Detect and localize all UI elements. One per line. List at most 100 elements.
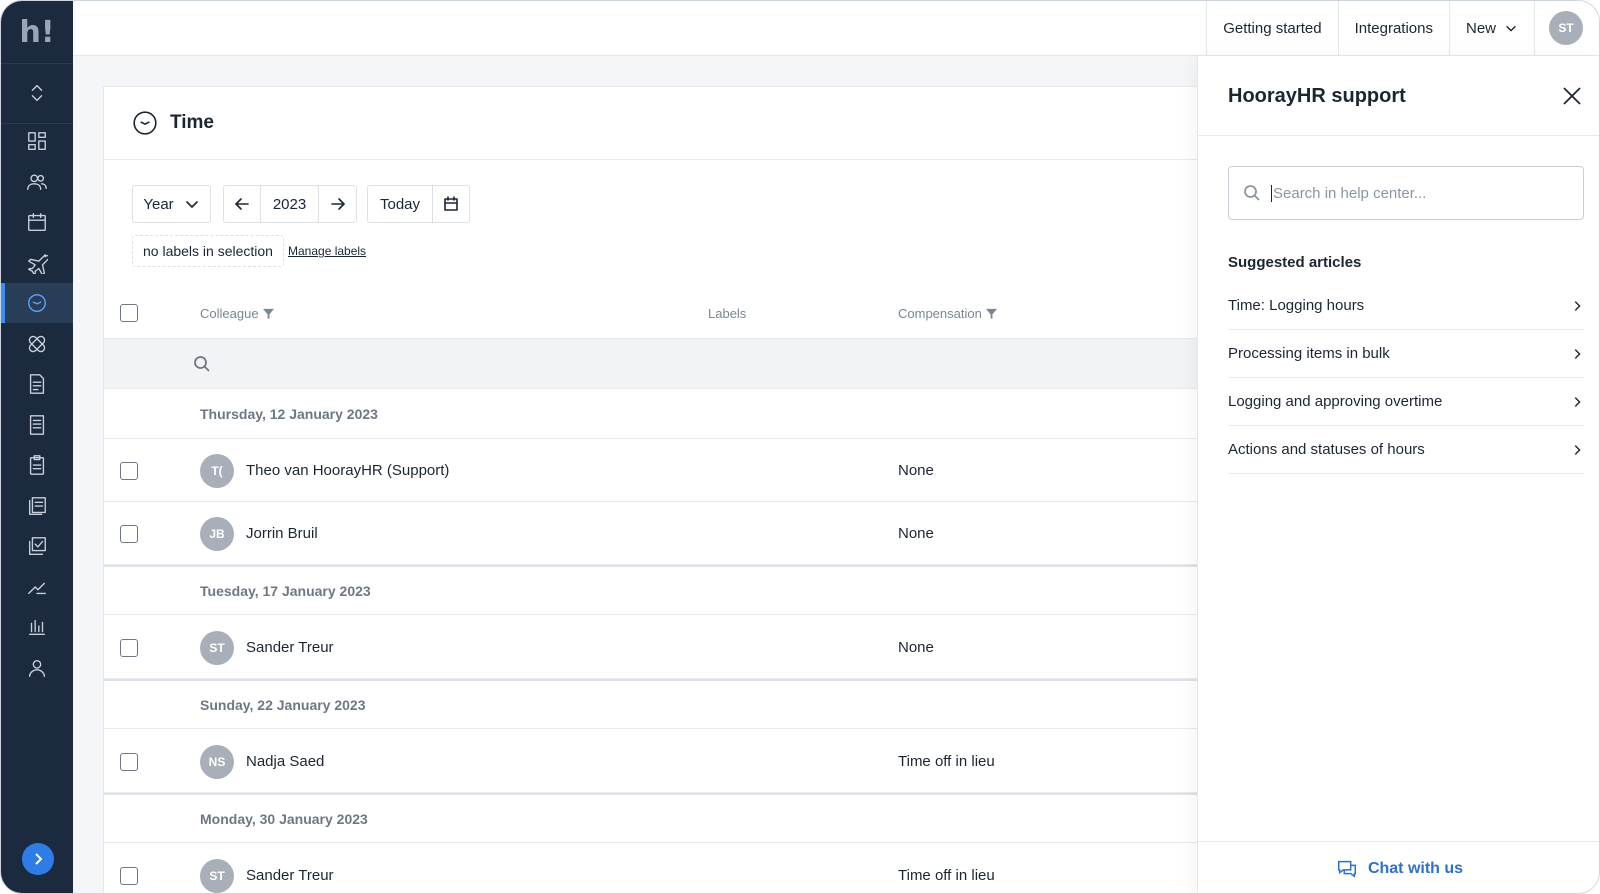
chevron-right-icon (1574, 396, 1581, 407)
search-icon (194, 356, 210, 372)
row-checkbox[interactable] (120, 525, 138, 543)
user-menu[interactable]: ST (1534, 1, 1599, 55)
date-group-header: Thursday, 12 January 2023 (104, 389, 1202, 439)
plane-icon[interactable] (1, 243, 73, 283)
previous-year-button[interactable] (224, 186, 260, 222)
column-compensation[interactable]: Compensation (898, 287, 997, 339)
arrow-right-icon (330, 198, 345, 210)
workspace-switch-icon[interactable] (1, 73, 73, 113)
column-colleague[interactable]: Colleague (200, 287, 274, 339)
avatar: T( (200, 454, 234, 488)
article-link[interactable]: Processing items in bulk (1228, 330, 1584, 378)
compensation-value: None (898, 462, 934, 479)
row-checkbox[interactable] (120, 462, 138, 480)
top-bar: Getting started Integrations New ST (73, 1, 1599, 56)
page-header: Time (104, 87, 1202, 160)
avatar: ST (200, 631, 234, 665)
filter-icon[interactable] (262, 308, 274, 319)
colleague-name: Sander Treur (246, 639, 334, 656)
table-row[interactable]: T( Theo van HoorayHR (Support) None (104, 439, 1202, 502)
trend-icon[interactable] (1, 567, 73, 607)
next-year-button[interactable] (318, 186, 356, 222)
table-header: Colleague Labels Compensation (104, 287, 1202, 339)
article-link[interactable]: Time: Logging hours (1228, 282, 1584, 330)
filter-icon[interactable] (985, 308, 997, 319)
column-labels: Labels (708, 305, 747, 321)
new-dropdown[interactable]: New (1448, 1, 1534, 55)
article-link[interactable]: Actions and statuses of hours (1228, 426, 1584, 474)
help-search-box (1228, 166, 1584, 220)
compensation-value: None (898, 639, 934, 656)
year-value: 2023 (260, 186, 318, 222)
avatar: NS (200, 745, 234, 779)
article-title: Actions and statuses of hours (1228, 441, 1425, 458)
getting-started-link[interactable]: Getting started (1206, 1, 1337, 55)
manage-labels-link[interactable]: Manage labels (288, 244, 366, 258)
arrow-left-icon (235, 198, 249, 210)
integrations-link[interactable]: Integrations (1337, 1, 1449, 55)
checklist-icon[interactable] (1, 526, 73, 566)
calendar-icon[interactable] (1, 202, 73, 242)
document-icon[interactable] (1, 364, 73, 404)
documents-icon[interactable] (1, 486, 73, 526)
chevron-right-icon (35, 853, 43, 865)
date-group-header: Tuesday, 17 January 2023 (104, 565, 1202, 615)
table-row[interactable]: ST Sander Treur None (104, 616, 1202, 679)
article-title: Logging and approving overtime (1228, 393, 1443, 410)
article-title: Time: Logging hours (1228, 297, 1365, 314)
user-icon[interactable] (1, 648, 73, 688)
today-controls: Today (367, 185, 470, 223)
expand-sidebar-button[interactable] (22, 843, 54, 875)
period-label: Year (143, 195, 174, 213)
compensation-value: Time off in lieu (898, 753, 995, 770)
chevron-right-icon (1574, 300, 1581, 311)
colleague-name: Theo van HoorayHR (Support) (246, 462, 450, 479)
app-logo[interactable]: h! (1, 1, 73, 63)
bandage-icon[interactable] (1, 324, 73, 364)
clock-icon (133, 111, 157, 135)
help-search-input[interactable] (1271, 184, 1571, 202)
people-icon[interactable] (1, 162, 73, 202)
date-picker-button[interactable] (432, 186, 469, 222)
table-row[interactable]: ST Sander Treur Time off in lieu (104, 844, 1202, 893)
sidebar-divider (1, 63, 73, 64)
receipt-icon[interactable] (1, 405, 73, 445)
clock-icon[interactable] (1, 283, 73, 323)
row-checkbox[interactable] (120, 867, 138, 885)
page-title: Time (170, 112, 215, 133)
period-select[interactable]: Year (132, 185, 211, 223)
today-button[interactable]: Today (368, 186, 432, 222)
close-button[interactable] (1560, 84, 1584, 108)
close-icon (1563, 87, 1581, 105)
labels-filter[interactable]: no labels in selection (132, 235, 284, 267)
chat-label: Chat with us (1367, 859, 1464, 877)
column-colleague-label: Colleague (200, 305, 259, 321)
table-search-row[interactable] (104, 339, 1202, 389)
dashboard-icon[interactable] (1, 121, 73, 161)
row-checkbox[interactable] (120, 639, 138, 657)
bar-chart-icon[interactable] (1, 607, 73, 647)
support-panel-header: HoorayHR support (1198, 56, 1599, 136)
select-all-checkbox[interactable] (120, 304, 138, 322)
calendar-icon (444, 196, 458, 211)
avatar: JB (200, 517, 234, 551)
table-row[interactable]: JB Jorrin Bruil None (104, 502, 1202, 565)
support-panel-title: HoorayHR support (1228, 85, 1406, 107)
year-navigator: 2023 (223, 185, 357, 223)
app-frame: h! Getting started Integrations New ST T… (0, 0, 1600, 894)
support-panel: HoorayHR support Suggested articles Time… (1197, 56, 1599, 893)
compensation-value: None (898, 525, 934, 542)
avatar: ST (1549, 11, 1583, 45)
suggested-articles-title: Suggested articles (1228, 254, 1362, 271)
date-group-header: Sunday, 22 January 2023 (104, 679, 1202, 729)
colleague-name: Sander Treur (246, 867, 334, 884)
chat-with-us-button[interactable]: Chat with us (1198, 841, 1599, 893)
article-link[interactable]: Logging and approving overtime (1228, 378, 1584, 426)
table-row[interactable]: NS Nadja Saed Time off in lieu (104, 730, 1202, 793)
chevron-right-icon (1574, 348, 1581, 359)
row-checkbox[interactable] (120, 753, 138, 771)
clipboard-icon[interactable] (1, 445, 73, 485)
search-icon (1244, 185, 1260, 201)
sidebar: h! (1, 1, 73, 893)
date-group-header: Monday, 30 January 2023 (104, 793, 1202, 843)
